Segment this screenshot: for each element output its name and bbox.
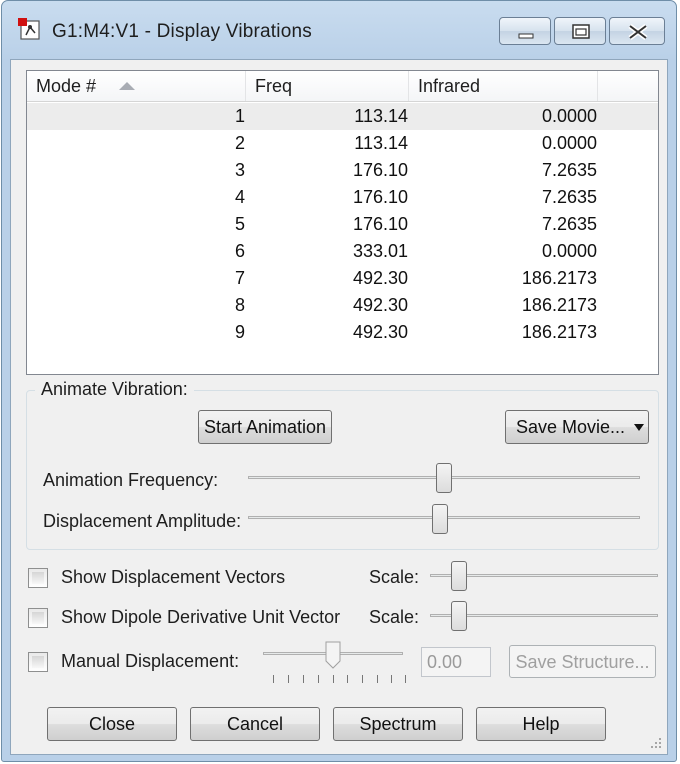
close-button[interactable]: Close <box>47 707 177 741</box>
table-row[interactable]: 6 333.01 0.0000 <box>27 238 658 265</box>
dialog-client-area: Mode # Freq Infrared 1 113.14 0.0000 2 1… <box>10 59 668 755</box>
infrared-cell: 186.2173 <box>521 268 597 288</box>
spectrum-button[interactable]: Spectrum <box>333 707 463 741</box>
mode-cell: 8 <box>234 295 245 315</box>
infrared-cell: 0.0000 <box>541 106 597 126</box>
cancel-button[interactable]: Cancel <box>190 707 320 741</box>
infrared-cell: 7.2635 <box>541 160 597 180</box>
column-header-label: Infrared <box>418 76 481 96</box>
dropdown-arrow-icon <box>634 424 644 431</box>
show-displacement-vectors-checkbox[interactable] <box>28 568 48 588</box>
infrared-cell: 186.2173 <box>521 322 597 342</box>
list-header: Mode # Freq Infrared <box>27 71 658 102</box>
table-row[interactable]: 4 176.10 7.2635 <box>27 184 658 211</box>
column-header-infrared[interactable]: Infrared <box>409 71 598 101</box>
save-movie-label: Save Movie... <box>516 417 626 437</box>
table-row[interactable]: 2 113.14 0.0000 <box>27 130 658 157</box>
minimize-button[interactable] <box>499 17 551 45</box>
mode-cell: 1 <box>234 106 245 126</box>
freq-cell: 492.30 <box>352 322 408 342</box>
table-row[interactable]: 8 492.30 186.2173 <box>27 292 658 319</box>
save-movie-button[interactable]: Save Movie... <box>505 410 649 444</box>
mode-cell: 5 <box>234 214 245 234</box>
app-icon <box>18 18 40 40</box>
maximize-button[interactable] <box>554 17 606 45</box>
infrared-cell: 7.2635 <box>541 214 597 234</box>
sort-ascending-icon <box>119 82 135 90</box>
start-animation-button[interactable]: Start Animation <box>198 410 332 444</box>
table-row[interactable]: 9 492.30 186.2173 <box>27 319 658 346</box>
vibration-modes-list[interactable]: Mode # Freq Infrared 1 113.14 0.0000 2 1… <box>26 70 659 375</box>
infrared-cell: 0.0000 <box>541 133 597 153</box>
dialog-window: G1:M4:V1 - Display Vibrations Mode # Fre… <box>1 0 677 762</box>
manual-displacement-slider-thumb[interactable] <box>325 641 341 669</box>
close-window-button[interactable] <box>609 17 665 45</box>
table-row[interactable]: 5 176.10 7.2635 <box>27 211 658 238</box>
minimize-icon <box>518 33 534 39</box>
table-row[interactable]: 3 176.10 7.2635 <box>27 157 658 184</box>
freq-cell: 333.01 <box>352 241 408 261</box>
show-dipole-derivative-checkbox[interactable] <box>28 608 48 628</box>
freq-cell: 113.14 <box>354 133 408 153</box>
restore-icon <box>572 24 590 39</box>
mode-cell: 7 <box>234 268 245 288</box>
column-header-mode[interactable]: Mode # <box>27 71 246 101</box>
manual-displacement-label: Manual Displacement: <box>61 651 240 671</box>
infrared-cell: 0.0000 <box>541 241 597 261</box>
freq-cell: 176.10 <box>352 160 408 180</box>
animate-vibration-label: Animate Vibration: <box>35 379 194 400</box>
close-icon <box>628 24 648 40</box>
freq-cell: 176.10 <box>352 187 408 207</box>
displacement-amplitude-label: Displacement Amplitude: <box>43 511 242 531</box>
title-bar[interactable]: G1:M4:V1 - Display Vibrations <box>2 1 676 59</box>
help-button[interactable]: Help <box>476 707 606 741</box>
freq-cell: 113.14 <box>354 106 408 126</box>
vectors-scale-label: Scale: <box>369 567 420 587</box>
displacement-amplitude-slider-thumb[interactable] <box>432 504 448 534</box>
column-header-freq[interactable]: Freq <box>246 71 409 101</box>
column-header-label: Mode # <box>36 76 97 96</box>
resize-grip-icon[interactable] <box>649 736 663 750</box>
show-displacement-vectors-label: Show Displacement Vectors <box>61 567 286 587</box>
animation-frequency-label: Animation Frequency: <box>43 470 219 490</box>
vectors-scale-slider-thumb[interactable] <box>451 561 467 591</box>
infrared-cell: 7.2635 <box>541 187 597 207</box>
freq-cell: 492.30 <box>352 295 408 315</box>
mode-cell: 9 <box>234 322 245 342</box>
mode-cell: 6 <box>234 241 245 261</box>
animation-frequency-slider-thumb[interactable] <box>436 463 452 493</box>
table-row[interactable]: 1 113.14 0.0000 <box>27 103 658 130</box>
dipole-scale-slider-thumb[interactable] <box>451 601 467 631</box>
window-title: G1:M4:V1 - Display Vibrations <box>52 21 312 42</box>
column-header-label: Freq <box>255 76 293 96</box>
infrared-cell: 186.2173 <box>521 295 597 315</box>
freq-cell: 176.10 <box>352 214 408 234</box>
manual-displacement-checkbox[interactable] <box>28 652 48 672</box>
mode-cell: 2 <box>234 133 245 153</box>
save-structure-button[interactable]: Save Structure... <box>509 645 656 678</box>
mode-cell: 4 <box>234 187 245 207</box>
show-dipole-derivative-label: Show Dipole Derivative Unit Vector <box>61 607 341 627</box>
freq-cell: 492.30 <box>352 268 408 288</box>
dipole-scale-label: Scale: <box>369 607 420 627</box>
mode-cell: 3 <box>234 160 245 180</box>
manual-displacement-value[interactable]: 0.00 <box>421 647 491 677</box>
table-row[interactable]: 7 492.30 186.2173 <box>27 265 658 292</box>
